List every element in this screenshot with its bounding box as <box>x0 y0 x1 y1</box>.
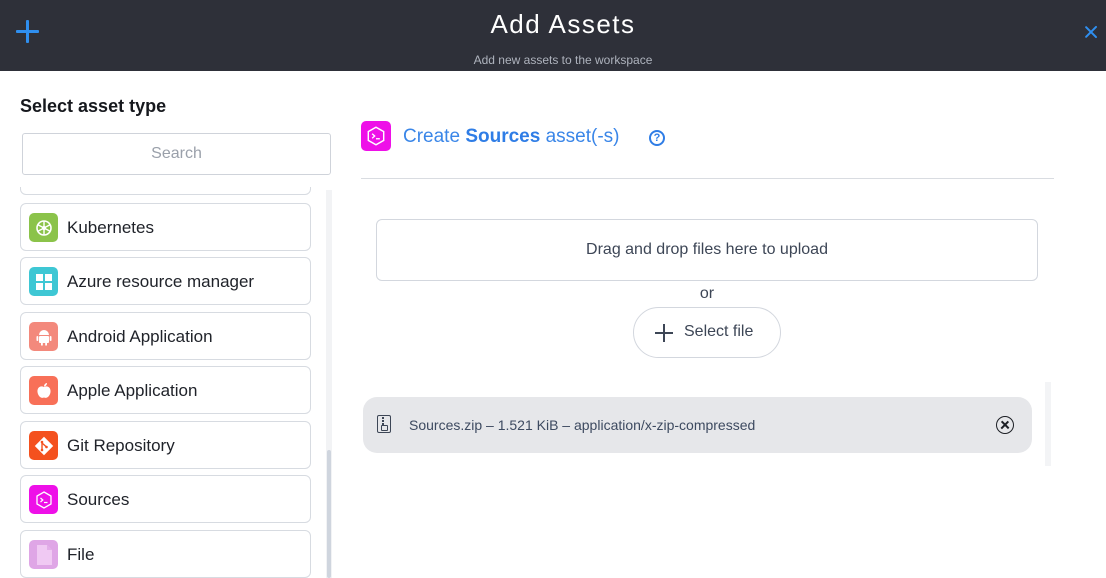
uploaded-file-row: Sources.zip – 1.521 KiB – application/x-… <box>363 397 1032 453</box>
windows-icon <box>29 267 58 296</box>
asset-type-list: Kubernetes Azure resource manager Androi… <box>20 187 312 578</box>
help-icon[interactable]: ? <box>649 130 665 146</box>
asset-type-label: Sources <box>67 490 130 509</box>
asset-type-label: Git Repository <box>67 436 175 455</box>
close-icon[interactable] <box>1082 23 1100 41</box>
select-file-button[interactable]: Select file <box>633 307 781 358</box>
list-item-partial[interactable] <box>20 187 311 195</box>
create-prefix: Create <box>403 126 461 147</box>
asset-type-android[interactable]: Android Application <box>20 312 311 360</box>
asset-type-kubernetes[interactable]: Kubernetes <box>20 203 311 251</box>
apple-icon <box>29 376 58 405</box>
asset-type-label: Apple Application <box>67 381 198 400</box>
file-info: Sources.zip – 1.521 KiB – application/x-… <box>409 417 756 433</box>
file-icon <box>29 540 58 569</box>
asset-type-apple[interactable]: Apple Application <box>20 366 311 414</box>
git-icon <box>29 431 58 460</box>
modal-subtitle: Add new assets to the workspace <box>473 53 653 67</box>
sources-icon <box>361 121 391 151</box>
asset-type-title: Select asset type <box>20 96 167 116</box>
list-scrollbar-thumb[interactable] <box>327 450 331 578</box>
file-dropzone[interactable]: Drag and drop files here to upload <box>376 219 1038 281</box>
create-asset-title: Create Sources asset(-s) <box>403 126 619 148</box>
kubernetes-icon <box>29 213 58 242</box>
create-suffix: asset(-s) <box>545 126 620 147</box>
android-icon <box>29 322 58 351</box>
search-input[interactable] <box>22 133 331 175</box>
files-scrollbar-track[interactable] <box>1045 382 1051 466</box>
asset-type-label: Azure resource manager <box>67 272 255 291</box>
modal-title: Add Assets <box>490 9 636 39</box>
sources-icon <box>29 485 58 514</box>
zip-file-icon <box>377 415 391 433</box>
create-asset-type: Sources <box>465 126 541 147</box>
or-label: or <box>699 285 715 302</box>
asset-type-label: Kubernetes <box>67 218 154 237</box>
divider <box>361 178 1054 179</box>
plus-icon <box>655 324 673 342</box>
asset-type-file[interactable]: File <box>20 530 311 578</box>
asset-type-azure[interactable]: Azure resource manager <box>20 257 311 305</box>
asset-type-git[interactable]: Git Repository <box>20 421 311 469</box>
modal-header: Add Assets Add new assets to the workspa… <box>0 0 1106 71</box>
remove-file-icon[interactable] <box>996 416 1014 434</box>
asset-type-label: Android Application <box>67 327 213 346</box>
asset-type-label: File <box>67 545 95 564</box>
select-file-label: Select file <box>684 323 754 340</box>
asset-type-sources[interactable]: Sources <box>20 475 311 523</box>
